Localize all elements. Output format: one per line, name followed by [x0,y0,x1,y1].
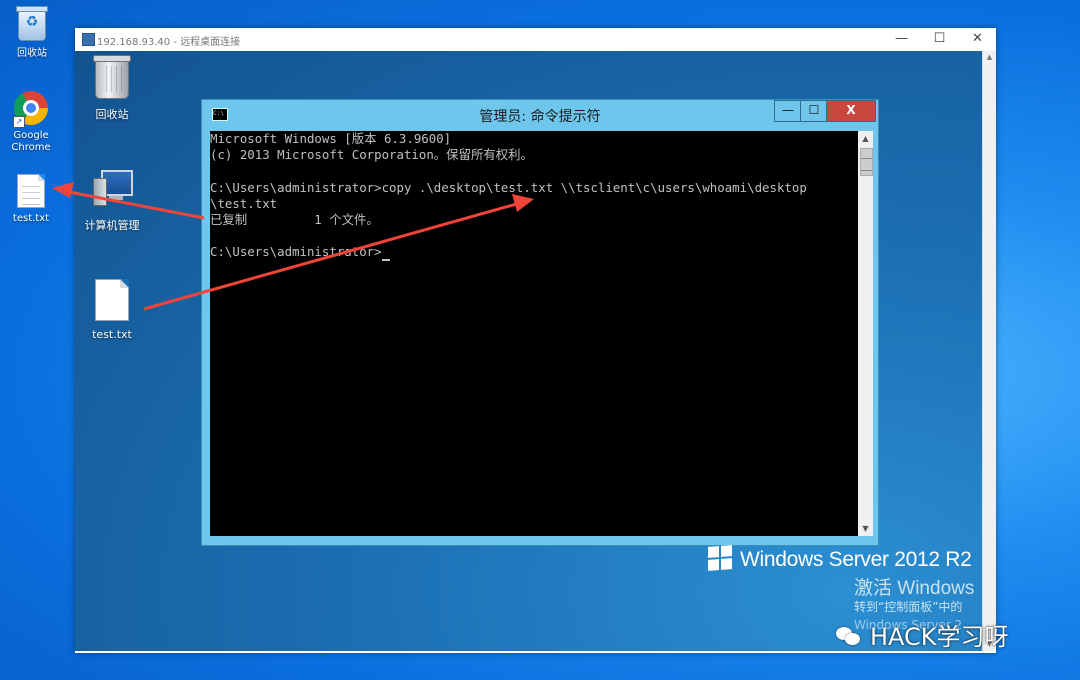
arrow-to-local-desktop [52,182,205,220]
arrow-to-copy-command [143,194,534,311]
watermark: HACK学习呀 [836,617,1009,652]
watermark-text: HACK学习呀 [870,623,1009,651]
wechat-icon [836,625,862,647]
annotation-arrows [52,182,534,311]
